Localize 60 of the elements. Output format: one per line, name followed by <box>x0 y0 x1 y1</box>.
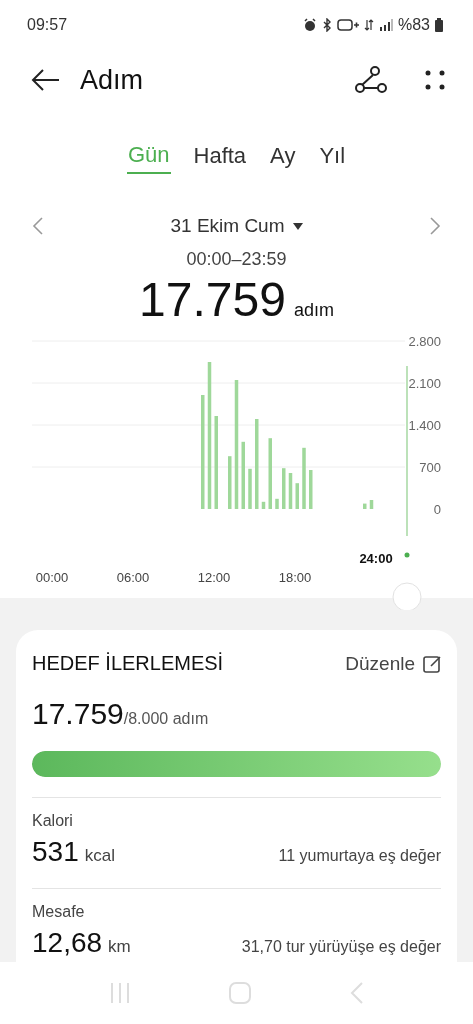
step-bar <box>369 500 374 509</box>
step-unit: adım <box>293 300 334 321</box>
period-tab[interactable]: Ay <box>269 138 297 174</box>
step-bar <box>228 456 232 509</box>
time-range: 00:00–23:59 <box>186 249 287 270</box>
stat-label: Mesafe <box>32 903 86 921</box>
step-bar <box>288 473 293 509</box>
hd-voice-icon <box>336 19 359 31</box>
step-total: 17.759 <box>139 272 286 327</box>
step-bar <box>309 470 313 509</box>
step-bar <box>363 503 367 509</box>
x-axis-label: 18:00 <box>278 570 312 585</box>
y-axis-label: 2.800 <box>408 334 441 349</box>
period-tab[interactable]: Hafta <box>192 138 248 174</box>
card-title: HEDEF İLERLEMESİ <box>32 652 224 675</box>
battery-icon <box>435 18 443 32</box>
stat-unit: km <box>108 937 132 957</box>
back-arrow-icon[interactable] <box>30 68 60 92</box>
edit-button[interactable]: Düzenle <box>345 652 441 675</box>
stat-value: 12,68 <box>32 927 103 959</box>
step-bar <box>248 468 252 509</box>
cursor-time-label: 24:00 <box>359 551 393 566</box>
x-axis-label: 00:00 <box>35 570 69 585</box>
y-axis-label: 700 <box>419 460 441 475</box>
step-bar <box>241 441 245 509</box>
step-bar <box>282 468 286 509</box>
more-options-icon[interactable] <box>425 70 445 90</box>
step-bar <box>275 498 279 509</box>
stat-equivalent: 11 yumurtaya eş değer <box>278 847 441 865</box>
stat-equivalent: 31,70 tur yürüyüşe eş değer <box>241 938 441 956</box>
stat-unit: kcal <box>84 846 116 866</box>
share-icon[interactable] <box>355 66 387 94</box>
scrubber-handle[interactable] <box>392 582 422 610</box>
step-bar <box>295 483 299 509</box>
dropdown-caret-icon[interactable] <box>292 222 303 230</box>
bluetooth-icon <box>321 18 332 32</box>
mobile-data-icon <box>363 18 374 32</box>
y-axis-label: 0 <box>433 502 441 517</box>
x-axis-label: 06:00 <box>116 570 150 585</box>
page-title: Adım <box>80 64 145 96</box>
alarm-icon <box>302 18 317 32</box>
cursor-dot <box>404 552 410 558</box>
stat-value: 531 <box>32 836 79 868</box>
x-axis-label: 12:00 <box>197 570 231 585</box>
edit-icon <box>423 654 441 673</box>
previous-icon[interactable] <box>32 217 44 235</box>
goal-target: /8.000 adım <box>123 710 209 728</box>
period-tab[interactable]: Yıl <box>318 138 347 174</box>
step-bar <box>268 438 272 509</box>
date-label[interactable]: 31 Ekim Cum <box>170 215 285 237</box>
step-bar <box>302 447 306 509</box>
stat-label: Kalori <box>32 812 74 830</box>
y-axis-label: 2.100 <box>408 376 441 391</box>
step-bar <box>261 501 266 509</box>
next-icon[interactable] <box>429 217 441 235</box>
goal-steps: 17.759 <box>32 697 124 731</box>
clock-time: 09:57 <box>27 16 68 34</box>
signal-icon <box>378 19 393 31</box>
y-axis-label: 1.400 <box>408 418 441 433</box>
battery-percent: %83 <box>397 16 430 34</box>
